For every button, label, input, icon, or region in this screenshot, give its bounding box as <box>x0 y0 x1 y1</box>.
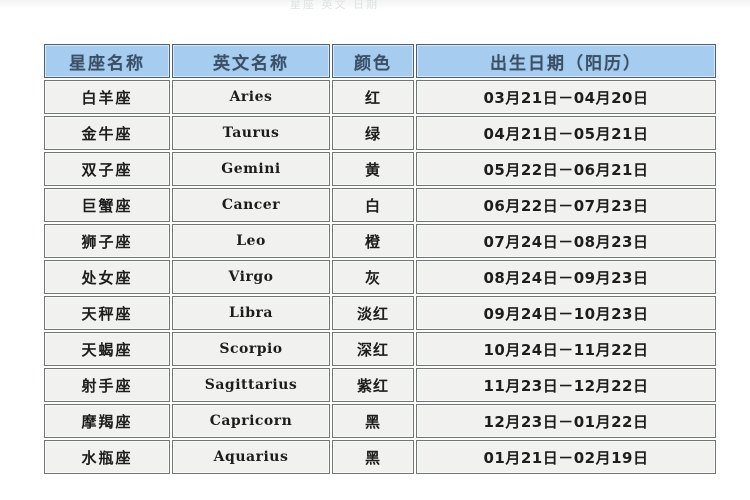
cell-color: 紫红 <box>332 368 414 402</box>
cropped-row-artifact: 星座 英文 日期 <box>0 0 750 9</box>
cell-birth-date: 11月23日－12月22日 <box>416 368 716 402</box>
cell-english-name: Taurus <box>172 116 330 150</box>
table-row: 处女座 Virgo 灰 08月24日－09月23日 <box>44 260 716 294</box>
cell-birth-date: 03月21日－04月20日 <box>416 80 716 114</box>
cell-birth-date: 04月21日－05月21日 <box>416 116 716 150</box>
table-header-row: 星座名称 英文名称 颜色 出生日期（阳历） <box>44 44 716 78</box>
cell-english-name: Virgo <box>172 260 330 294</box>
cell-birth-date: 09月24日－10月23日 <box>416 296 716 330</box>
cell-color: 绿 <box>332 116 414 150</box>
cell-english-name: Aquarius <box>172 440 330 474</box>
table-row: 金牛座 Taurus 绿 04月21日－05月21日 <box>44 116 716 150</box>
column-header-birth-date: 出生日期（阳历） <box>416 44 716 78</box>
cell-birth-date: 12月23日－01月22日 <box>416 404 716 438</box>
cell-english-name: Scorpio <box>172 332 330 366</box>
table-header: 星座名称 英文名称 颜色 出生日期（阳历） <box>44 44 716 78</box>
cell-color: 淡红 <box>332 296 414 330</box>
cell-english-name: Sagittarius <box>172 368 330 402</box>
table-row: 狮子座 Leo 橙 07月24日－08月23日 <box>44 224 716 258</box>
column-header-english-name: 英文名称 <box>172 44 330 78</box>
ghost-text: 星座 英文 日期 <box>290 0 379 9</box>
cell-color: 黄 <box>332 152 414 186</box>
cell-color: 深红 <box>332 332 414 366</box>
cell-color: 橙 <box>332 224 414 258</box>
cell-color: 白 <box>332 188 414 222</box>
table-row: 天蝎座 Scorpio 深红 10月24日－11月22日 <box>44 332 716 366</box>
table-row: 巨蟹座 Cancer 白 06月22日－07月23日 <box>44 188 716 222</box>
cell-zodiac-name: 射手座 <box>44 368 170 402</box>
cell-zodiac-name: 水瓶座 <box>44 440 170 474</box>
cell-english-name: Capricorn <box>172 404 330 438</box>
document-page: 星座 英文 日期 星座名称 英文名称 颜色 出生日期（阳历） 白羊座 Aries 红… <box>0 0 750 500</box>
cell-english-name: Gemini <box>172 152 330 186</box>
cell-zodiac-name: 狮子座 <box>44 224 170 258</box>
cell-english-name: Leo <box>172 224 330 258</box>
cell-english-name: Aries <box>172 80 330 114</box>
zodiac-reference-table: 星座名称 英文名称 颜色 出生日期（阳历） 白羊座 Aries 红 03月21日－04… <box>42 42 718 476</box>
cell-english-name: Libra <box>172 296 330 330</box>
cell-birth-date: 06月22日－07月23日 <box>416 188 716 222</box>
table-row: 天秤座 Libra 淡红 09月24日－10月23日 <box>44 296 716 330</box>
table-row: 射手座 Sagittarius 紫红 11月23日－12月22日 <box>44 368 716 402</box>
cell-zodiac-name: 处女座 <box>44 260 170 294</box>
table-row: 摩羯座 Capricorn 黑 12月23日－01月22日 <box>44 404 716 438</box>
cell-birth-date: 07月24日－08月23日 <box>416 224 716 258</box>
table-row: 水瓶座 Aquarius 黑 01月21日－02月19日 <box>44 440 716 474</box>
cell-english-name: Cancer <box>172 188 330 222</box>
cell-birth-date: 08月24日－09月23日 <box>416 260 716 294</box>
cell-zodiac-name: 天秤座 <box>44 296 170 330</box>
cell-zodiac-name: 天蝎座 <box>44 332 170 366</box>
table-row: 双子座 Gemini 黄 05月22日－06月21日 <box>44 152 716 186</box>
column-header-zodiac-name: 星座名称 <box>44 44 170 78</box>
cell-zodiac-name: 摩羯座 <box>44 404 170 438</box>
cell-color: 灰 <box>332 260 414 294</box>
cell-color: 黑 <box>332 404 414 438</box>
cell-color: 红 <box>332 80 414 114</box>
cell-birth-date: 05月22日－06月21日 <box>416 152 716 186</box>
cell-birth-date: 01月21日－02月19日 <box>416 440 716 474</box>
cell-zodiac-name: 巨蟹座 <box>44 188 170 222</box>
table-body: 白羊座 Aries 红 03月21日－04月20日 金牛座 Taurus 绿 04月21日－0… <box>44 80 716 474</box>
cell-birth-date: 10月24日－11月22日 <box>416 332 716 366</box>
cell-zodiac-name: 金牛座 <box>44 116 170 150</box>
cell-zodiac-name: 白羊座 <box>44 80 170 114</box>
cell-color: 黑 <box>332 440 414 474</box>
table-row: 白羊座 Aries 红 03月21日－04月20日 <box>44 80 716 114</box>
cell-zodiac-name: 双子座 <box>44 152 170 186</box>
column-header-color: 颜色 <box>332 44 414 78</box>
